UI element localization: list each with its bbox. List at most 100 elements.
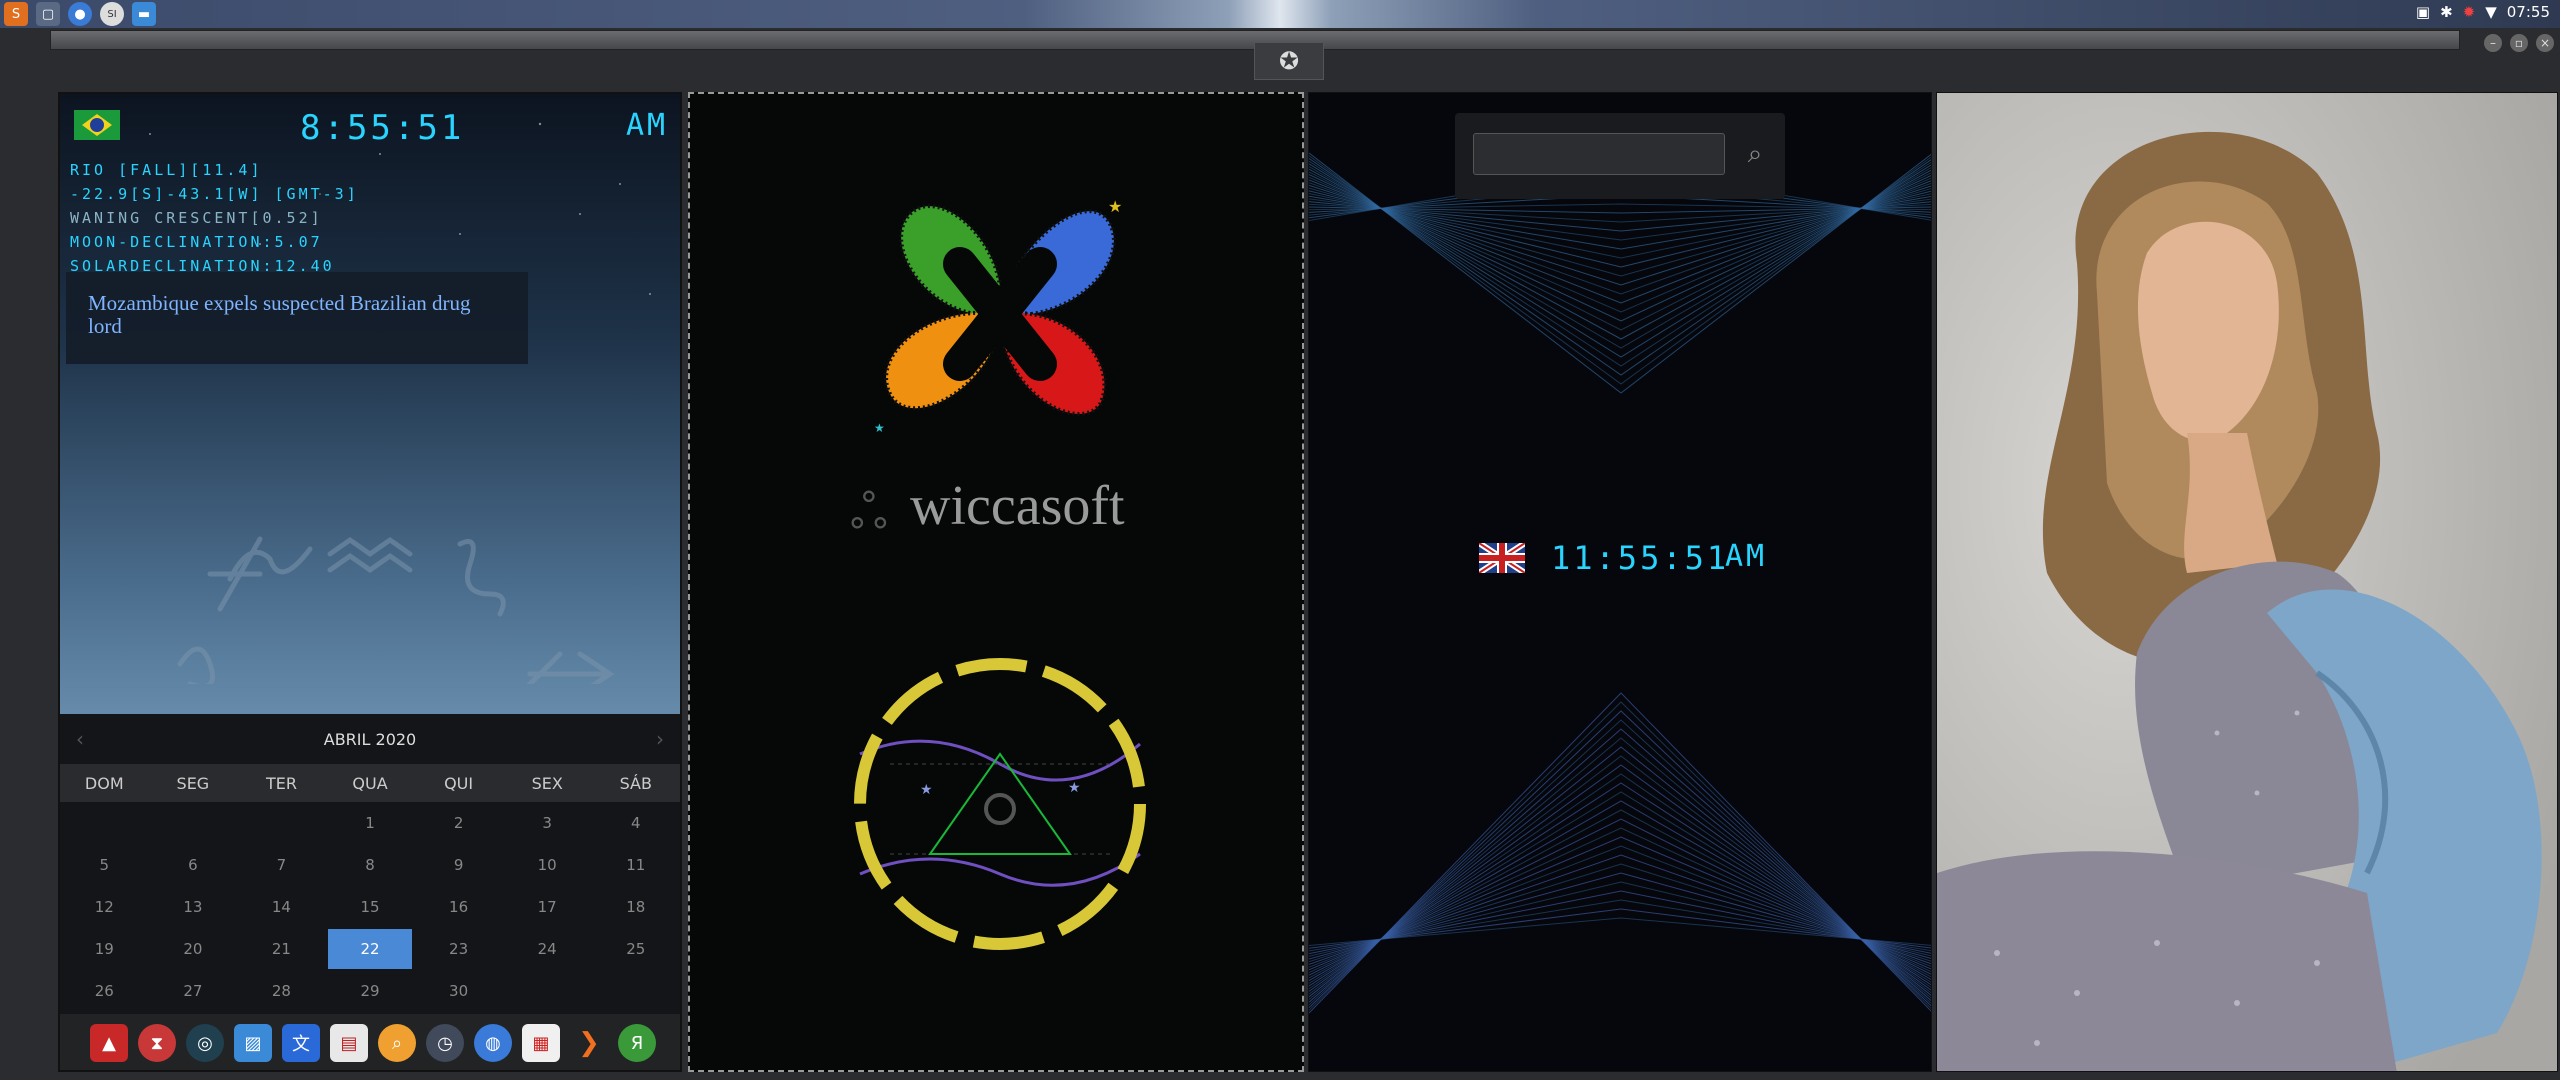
yandex-app-icon[interactable]: Я [618,1024,656,1062]
app-window-icon[interactable]: ▢ [36,2,60,26]
next-month-icon[interactable]: › [656,727,664,751]
bluetooth-icon[interactable]: ✱ [2440,3,2453,21]
calendar-day[interactable]: 17 [505,887,590,927]
calendar-month-title: ABRIL 2020 [323,729,417,749]
news-app-icon[interactable]: ▤ [330,1024,368,1062]
calendar-weekdays: DOM SEG TER QUA QUI SEX SÁB [60,764,680,802]
search-input[interactable] [1473,133,1725,175]
calendar-day[interactable]: 8 [328,845,413,885]
calendar-day[interactable]: 26 [62,971,147,1011]
close-icon[interactable]: × [2536,34,2554,52]
weekday-label: SEG [176,773,210,793]
geometric-lines-background [1309,152,1931,1014]
calendar-widget: ‹ ABRIL 2020 › DOM SEG TER QUA QUI SEX S… [60,714,680,1014]
svg-text:★: ★ [1068,780,1081,796]
calendar-day[interactable]: 4 [593,803,678,843]
hourglass-app-icon[interactable]: ⧗ [138,1024,176,1062]
calendar-day[interactable]: 24 [505,929,590,969]
calendar-day[interactable]: 9 [416,845,501,885]
calendar-day[interactable]: 16 [416,887,501,927]
info-line-moon-declination: MOON-DECLINATION:5.07 [70,233,323,251]
calendar-day[interactable]: 14 [239,887,324,927]
globe-dark-app-icon[interactable]: ◎ [186,1024,224,1062]
window-controls: – ▫ × [2484,34,2554,52]
weekday-label: QUI [444,773,474,793]
uk-flag-icon [1479,543,1525,573]
weekday-label: SEX [531,773,563,793]
search-app-icon[interactable]: ⌕ [378,1024,416,1062]
calendar-day[interactable]: 21 [239,929,324,969]
calendar-day[interactable]: 1 [328,803,413,843]
screenshot-tray-icon[interactable]: ▣ [2416,3,2430,21]
app-s-icon[interactable]: S [4,2,28,26]
weekday-label: SÁB [619,773,652,793]
calendar-empty-cell [505,971,590,1011]
photos-app-icon[interactable]: ▨ [234,1024,272,1062]
chrome-icon[interactable]: ● [68,2,92,26]
zodiac-sky-illustration [177,536,615,684]
calendar-day[interactable]: 22 [327,929,413,969]
calendar-day[interactable]: 3 [505,803,590,843]
news-headline[interactable]: Mozambique expels suspected Brazilian dr… [66,272,528,364]
calendar-grid: 1 2 3 4 5 6 7 8 9 10 11 12 13 14 15 16 17 18 19 20 21 22 23 24 2… [60,802,680,1012]
calendar-day[interactable]: 5 [62,845,147,885]
calendar-day[interactable]: 12 [62,887,147,927]
calendar-week-row: 19 20 21 22 23 24 25 [60,928,680,970]
tray-clock[interactable]: 07:55 [2507,3,2550,21]
uk-clock-panel: ⌕ 11:55:51 AM [1308,92,1932,1072]
calendar-day[interactable]: 25 [593,929,678,969]
uk-clock-ampm: AM [1725,539,1768,574]
info-line-moon-phase: WANING CRESCENT[0.52] [70,209,323,227]
wifi-icon[interactable]: ▼ [2485,3,2497,21]
info-line-season: RIO [FALL][11.4] [70,161,263,179]
bug-tray-icon[interactable]: ✹ [2463,3,2476,21]
calendar-day[interactable]: 7 [239,845,324,885]
astro-info: RIO [FALL][11.4] -22.9[S]-43.1[W] [GMT-3… [70,158,359,278]
info-line-coords: -22.9[S]-43.1[W] [GMT-3] [70,185,359,203]
calendar-week-row: 26 27 28 29 30 [60,970,680,1012]
folder-icon[interactable]: ▬ [132,2,156,26]
web-app-icon[interactable]: ◍ [474,1024,512,1062]
si-icon[interactable]: SI [100,2,124,26]
calendar-week-row: 12 13 14 15 16 17 18 [60,886,680,928]
calendar-app-icon[interactable]: ▦ [522,1024,560,1062]
forward-app-icon[interactable]: ❯ [570,1024,608,1062]
rio-widget-panel: 8:55:51 AM RIO [FALL][11.4] -22.9[S]-43.… [58,92,682,1072]
calendar-day[interactable]: 28 [239,971,324,1011]
calendar-day[interactable]: 23 [416,929,501,969]
red-app-icon[interactable]: ▲ [90,1024,128,1062]
calendar-day[interactable]: 27 [151,971,236,1011]
calendar-day[interactable]: 6 [151,845,236,885]
svg-text:★: ★ [874,421,885,435]
translate-app-icon[interactable]: 文 [282,1024,320,1062]
calendar-day[interactable]: 18 [593,887,678,927]
calendar-day[interactable]: 30 [416,971,501,1011]
search-icon[interactable]: ⌕ [1735,131,1775,177]
calendar-week-row: 1234 [60,802,680,844]
calendar-header: ‹ ABRIL 2020 › [60,714,680,764]
maximize-icon[interactable]: ▫ [2510,34,2528,52]
clock-app-icon[interactable]: ◷ [426,1024,464,1062]
portrait-photo-panel [1936,92,2558,1072]
taskbar-apps: S ▢ ● SI ▬ [4,2,156,26]
eye-triangle-emblem-icon: ★ ★ [854,658,1146,950]
calendar-day[interactable]: 13 [151,887,236,927]
calendar-empty-cell [62,803,147,843]
svg-text:★: ★ [1108,197,1122,216]
rebel-alliance-icon[interactable]: ✪ [1254,42,1324,80]
calendar-day[interactable]: 19 [62,929,147,969]
calendar-day[interactable]: 15 [328,887,413,927]
calendar-week-row: 5 6 7 8 9 10 11 [60,844,680,886]
weekday-label: DOM [84,773,124,793]
prev-month-icon[interactable]: ‹ [76,727,84,751]
calendar-day[interactable]: 20 [151,929,236,969]
calendar-day[interactable]: 11 [593,845,678,885]
calendar-day[interactable]: 2 [416,803,501,843]
minimize-icon[interactable]: – [2484,34,2502,52]
wiccasoft-logo-icon: ★ ★ [874,197,1122,435]
rio-clock-time: 8:55:51 [300,108,465,148]
calendar-day[interactable]: 29 [328,971,413,1011]
calendar-day[interactable]: 10 [505,845,590,885]
calendar-empty-cell [593,971,678,1011]
svg-text:★: ★ [920,782,933,798]
